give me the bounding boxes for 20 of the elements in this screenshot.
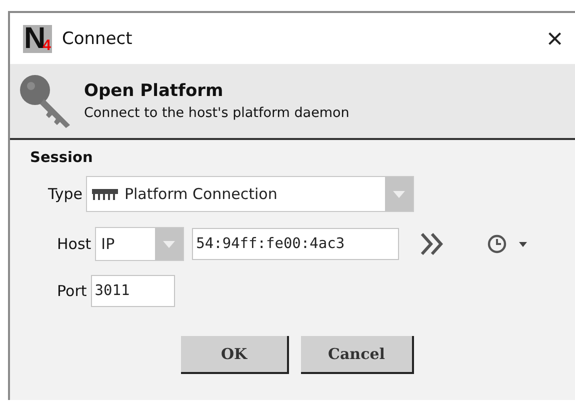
header-title: Open Platform xyxy=(84,81,224,101)
connector-icon xyxy=(92,188,118,200)
port-field[interactable]: 3011 xyxy=(90,275,175,307)
app-logo: N4 xyxy=(23,24,52,52)
field-label: Port xyxy=(57,282,87,300)
window-title: Connect xyxy=(62,28,134,48)
close-button[interactable]: × xyxy=(546,24,563,52)
ok-button[interactable]: OK xyxy=(181,336,289,374)
section-title: Session xyxy=(30,150,94,166)
history-menu-button[interactable] xyxy=(519,242,528,246)
host-type-dropdown[interactable]: IP xyxy=(95,227,184,261)
field-label: Type xyxy=(48,185,82,203)
cancel-button[interactable]: Cancel xyxy=(301,336,414,374)
caret-icon xyxy=(163,240,176,248)
field-label: Host xyxy=(57,235,92,253)
history-button[interactable] xyxy=(487,234,508,254)
caret-icon xyxy=(393,190,406,198)
header-subtitle: Connect to the host's platform daemon xyxy=(84,105,350,121)
type-dropdown[interactable]: Platform Connection xyxy=(86,176,414,212)
host-field[interactable]: 54:94ff:fe00:4ac3 xyxy=(192,228,400,260)
